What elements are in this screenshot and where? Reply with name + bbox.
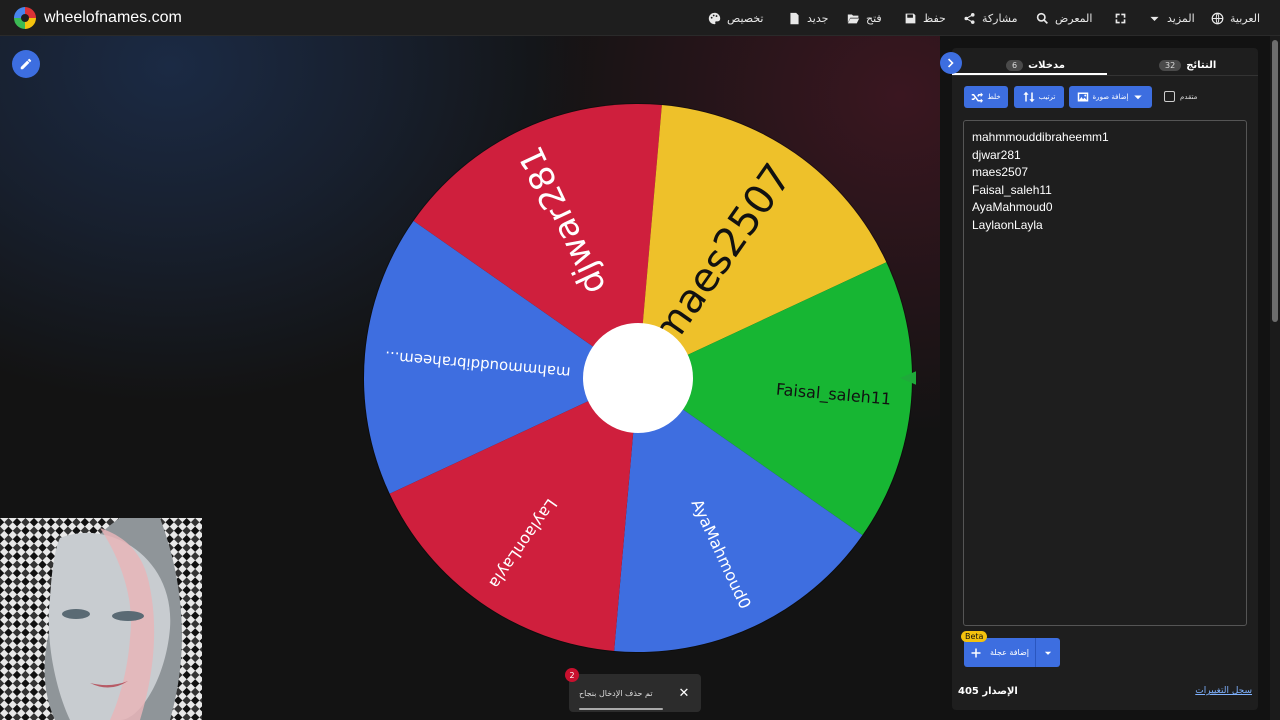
sort-button[interactable]: ترتيب — [1014, 86, 1064, 108]
sort-icon — [1023, 91, 1035, 103]
collapse-panel-button[interactable] — [940, 52, 962, 74]
tab-divider — [952, 75, 1258, 76]
fullscreen-icon — [1115, 13, 1126, 23]
more-menu[interactable]: المزيد — [1148, 9, 1195, 27]
language-menu[interactable]: العربية — [1211, 9, 1260, 27]
top-bar: wheelofnames.com العربية المزيد المعرض م… — [0, 0, 1280, 36]
advanced-checkbox[interactable] — [1164, 91, 1175, 102]
shuffle-button[interactable]: خلط — [964, 86, 1008, 108]
entries-textarea[interactable]: mahmmouddibraheemm1 djwar281 maes2507 Faisa… — [963, 120, 1247, 626]
open-button[interactable]: فتح — [847, 9, 882, 27]
version-label: الإصدار 405 — [958, 686, 1018, 697]
share-label: مشاركة — [982, 11, 1018, 25]
chevron-right-icon — [948, 58, 954, 68]
new-label: جديد — [807, 11, 829, 25]
caret-down-icon — [1150, 16, 1159, 21]
advanced-toggle[interactable]: متقدم — [1164, 91, 1197, 102]
add-wheel-label: إضافة عجلة — [990, 648, 1029, 657]
wheel[interactable]: mahmmouddibraheem...djwar281 maes2507Fais… — [360, 100, 916, 656]
advanced-label: متقدم — [1180, 92, 1198, 101]
toast-message: تم حذف الإدخال بنجاح — [579, 688, 653, 698]
scrollbar-thumb[interactable] — [1272, 40, 1278, 322]
add-wheel-button[interactable]: Beta إضافة عجلة — [961, 631, 1060, 667]
gallery-button[interactable]: المعرض — [1036, 9, 1092, 27]
new-button[interactable]: جديد — [788, 9, 828, 27]
save-icon — [905, 13, 916, 23]
page-scrollbar[interactable] — [1270, 36, 1280, 720]
gallery-label: المعرض — [1055, 11, 1093, 25]
sort-label: ترتيب — [1038, 93, 1056, 101]
document-icon — [790, 12, 799, 24]
toast-count-badge: 2 — [565, 668, 579, 682]
toast-progress — [579, 708, 663, 710]
add-image-label: إضافة صورة — [1092, 93, 1129, 101]
palette-icon — [708, 12, 721, 24]
entry-line: AyaMahmoud0 — [972, 200, 1053, 214]
beta-badge: Beta — [961, 631, 988, 642]
pencil-icon — [20, 58, 32, 70]
tab-results[interactable]: 32 النتائج — [1159, 54, 1216, 76]
image-icon — [1077, 92, 1088, 102]
entries-count-badge: 6 — [1006, 59, 1024, 71]
entry-line: maes2507 — [972, 165, 1029, 179]
webcam-overlay — [0, 518, 202, 720]
search-icon — [1036, 12, 1048, 24]
add-wheel-dropdown[interactable] — [1036, 638, 1060, 667]
shuffle-label: خلط — [987, 93, 1001, 101]
customize-button[interactable]: تخصيص — [708, 9, 764, 27]
caret-down-icon — [1044, 651, 1052, 655]
brand-name: wheelofnames.com — [44, 9, 182, 26]
plus-icon — [971, 648, 981, 657]
wheel-logo-icon — [14, 7, 36, 29]
results-tab-label: النتائج — [1186, 59, 1217, 71]
results-count-badge: 32 — [1159, 59, 1182, 71]
add-image-button[interactable]: إضافة صورة — [1069, 86, 1152, 108]
toast-notification: 2 تم حذف الإدخال بنجاح ✕ — [565, 668, 701, 712]
share-icon — [964, 12, 975, 24]
fullscreen-button[interactable] — [1114, 9, 1127, 27]
entry-line: mahmmouddibraheemm1 — [972, 130, 1109, 144]
entries-tab-label: مدخلات — [1028, 59, 1065, 71]
brand[interactable]: wheelofnames.com — [14, 7, 182, 29]
more-label: المزيد — [1167, 11, 1195, 25]
customize-label: تخصيص — [727, 11, 764, 25]
entry-line: LaylaonLayla — [972, 217, 1043, 232]
open-label: فتح — [866, 11, 882, 25]
side-panel: 6 مدخلات 32 النتائج خلط ترتيب إضافة صورة… — [952, 48, 1258, 710]
person-image — [0, 518, 202, 720]
changelog-link[interactable]: سجل التغييرات — [1195, 686, 1252, 696]
language-label: العربية — [1230, 11, 1261, 25]
entry-line: Faisal_saleh11 — [972, 182, 1052, 197]
wheel-center-hub[interactable] — [583, 323, 693, 433]
save-label: حفظ — [923, 11, 946, 25]
save-button[interactable]: حفظ — [904, 9, 946, 27]
add-wheel-main[interactable]: إضافة عجلة — [964, 638, 1036, 667]
globe-icon — [1211, 12, 1224, 24]
caret-down-icon — [1134, 95, 1143, 100]
share-button[interactable]: مشاركة — [963, 9, 1018, 27]
shuffle-icon — [972, 92, 984, 103]
entry-line: djwar281 — [972, 147, 1021, 162]
edit-button[interactable] — [12, 50, 40, 78]
folder-open-icon — [847, 13, 860, 23]
close-icon[interactable]: ✕ — [677, 686, 691, 701]
